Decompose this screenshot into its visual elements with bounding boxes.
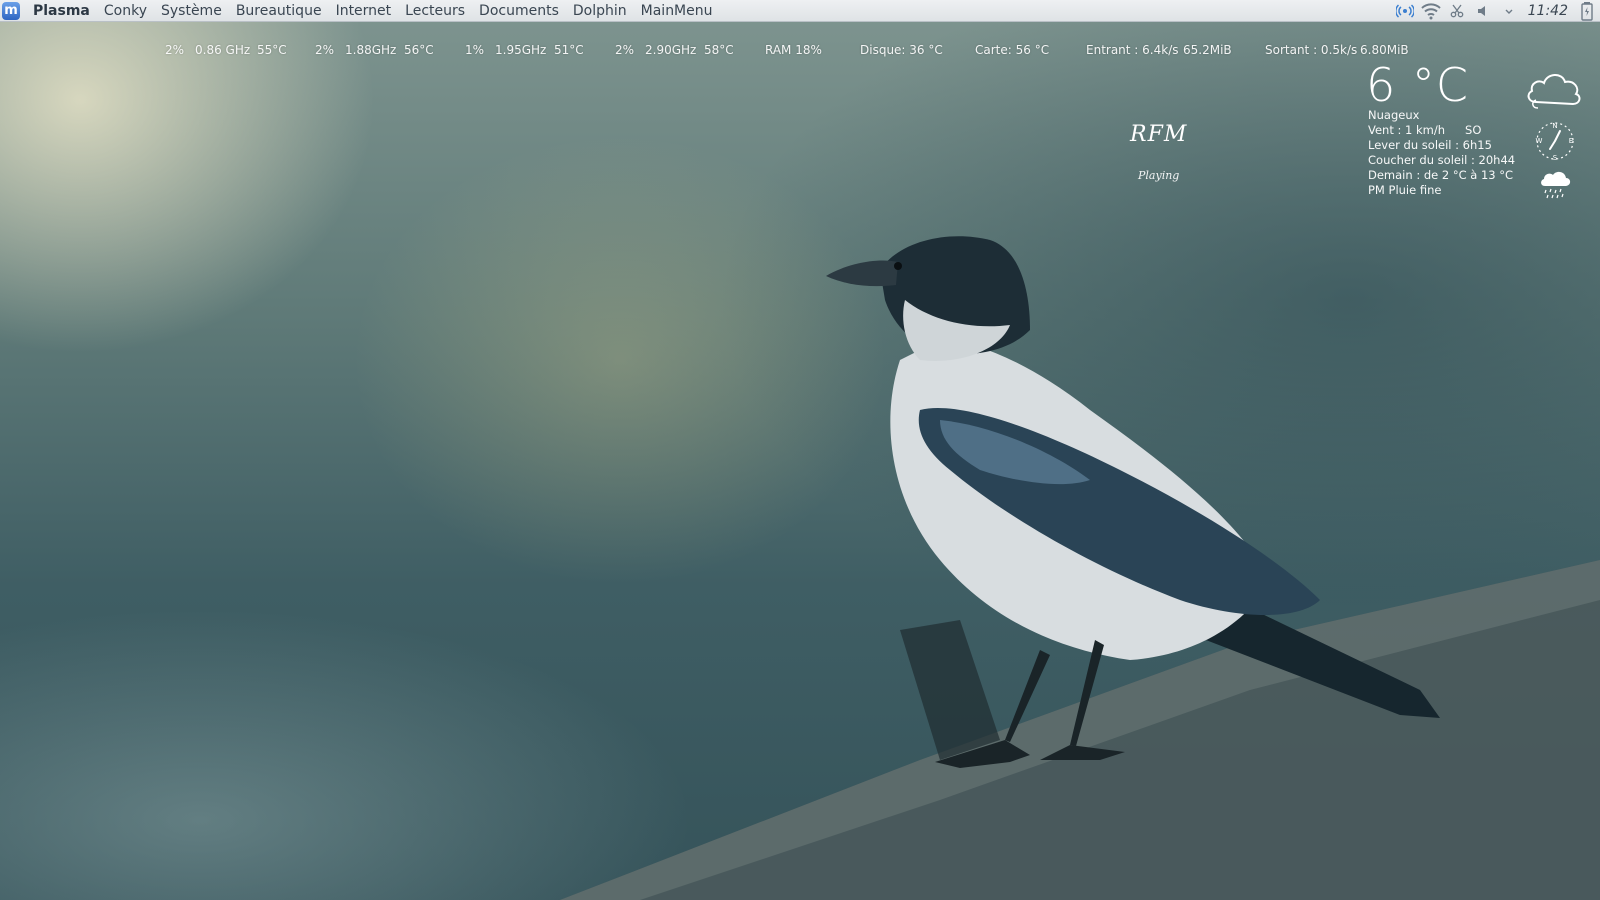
cpu4-temperature: 58°C <box>704 43 734 57</box>
top-panel: m Plasma Conky Système Bureautique Inter… <box>0 0 1600 22</box>
menu-item-lecteurs[interactable]: Lecteurs <box>398 0 472 22</box>
chevron-down-icon[interactable] <box>1499 1 1519 21</box>
card-temperature: Carte: 56 °C <box>975 43 1050 57</box>
rain-cloud-icon <box>1541 171 1571 199</box>
volume-icon[interactable] <box>1473 1 1493 21</box>
weather-wind-speed: Vent : 1 km/h <box>1368 123 1446 137</box>
cpu1-usage: 2% <box>165 43 185 57</box>
menu-item-documents[interactable]: Documents <box>472 0 566 22</box>
cpu2-usage: 2% <box>315 43 335 57</box>
network-broadcast-icon[interactable] <box>1395 1 1415 21</box>
compass-north-label: N <box>1552 122 1557 130</box>
menu-item-mainmenu[interactable]: MainMenu <box>634 0 720 22</box>
weather-wind-row: Vent : 1 km/h SO <box>1368 123 1515 138</box>
media-station-name: RFM <box>1130 122 1188 147</box>
ram-usage: RAM 18% <box>765 43 822 57</box>
compass-east-label: E <box>1569 137 1573 145</box>
battery-icon[interactable] <box>1577 1 1597 21</box>
cpu3-temperature: 51°C <box>554 43 584 57</box>
cpu4-usage: 2% <box>615 43 635 57</box>
system-tray: 11:42 <box>1392 0 1600 22</box>
menu-item-bureautique[interactable]: Bureautique <box>229 0 329 22</box>
weather-tomorrow-range: Demain : de 2 °C à 13 °C <box>1368 168 1514 182</box>
menu-item-internet[interactable]: Internet <box>329 0 399 22</box>
weather-tomorrow-pm: PM Pluie fine <box>1368 183 1442 197</box>
cpu2-frequency: 1.88GHz <box>345 43 397 57</box>
weather-sunset: Coucher du soleil : 20h44 <box>1368 153 1516 167</box>
cpu3-usage: 1% <box>465 43 485 57</box>
cpu3-frequency: 1.95GHz <box>495 43 547 57</box>
cpu2-temperature: 56°C <box>404 43 434 57</box>
menu-item-systeme[interactable]: Système <box>154 0 229 22</box>
media-playback-status: Playing <box>1138 169 1180 182</box>
panel-clock[interactable]: 11:42 <box>1528 3 1568 19</box>
net-in-total: 65.2MiB <box>1183 43 1232 57</box>
weather-sunrise: Lever du soleil : 6h15 <box>1368 138 1492 152</box>
net-out-speed: Sortant : 0.5k/s <box>1265 43 1358 57</box>
conky-stats-bar: 2% 0.86 GHz 55°C 2% 1.88GHz 56°C 1% 1.95… <box>0 40 1600 60</box>
scissors-icon[interactable] <box>1447 1 1467 21</box>
net-in-speed: Entrant : 6.4k/s <box>1086 43 1179 57</box>
compass-south-label: S <box>1553 154 1558 162</box>
wifi-icon[interactable] <box>1420 1 1441 21</box>
compass-west-label: W <box>1536 137 1543 145</box>
weather-condition: Nuageux <box>1368 108 1420 122</box>
compass-icon: N W E S <box>1536 122 1574 162</box>
menu-item-plasma[interactable]: Plasma <box>26 0 97 22</box>
weather-wind-direction: SO <box>1465 123 1482 137</box>
weather-temperature: 6 °C <box>1366 58 1470 112</box>
weather-details: Nuageux Vent : 1 km/h SO Lever du soleil … <box>1368 108 1515 198</box>
net-out-total: 6.80MiB <box>1360 43 1409 57</box>
cpu1-temperature: 55°C <box>257 43 287 57</box>
disk-temperature: Disque: 36 °C <box>860 43 943 57</box>
menu-item-dolphin[interactable]: Dolphin <box>566 0 634 22</box>
wallpaper-crow <box>560 236 1600 900</box>
cpu4-frequency: 2.90GHz <box>645 43 697 57</box>
cpu1-frequency: 0.86 GHz <box>195 43 251 57</box>
menu-item-conky[interactable]: Conky <box>97 0 154 22</box>
cloud-icon <box>1527 74 1581 109</box>
launcher-button[interactable]: m <box>2 1 20 20</box>
